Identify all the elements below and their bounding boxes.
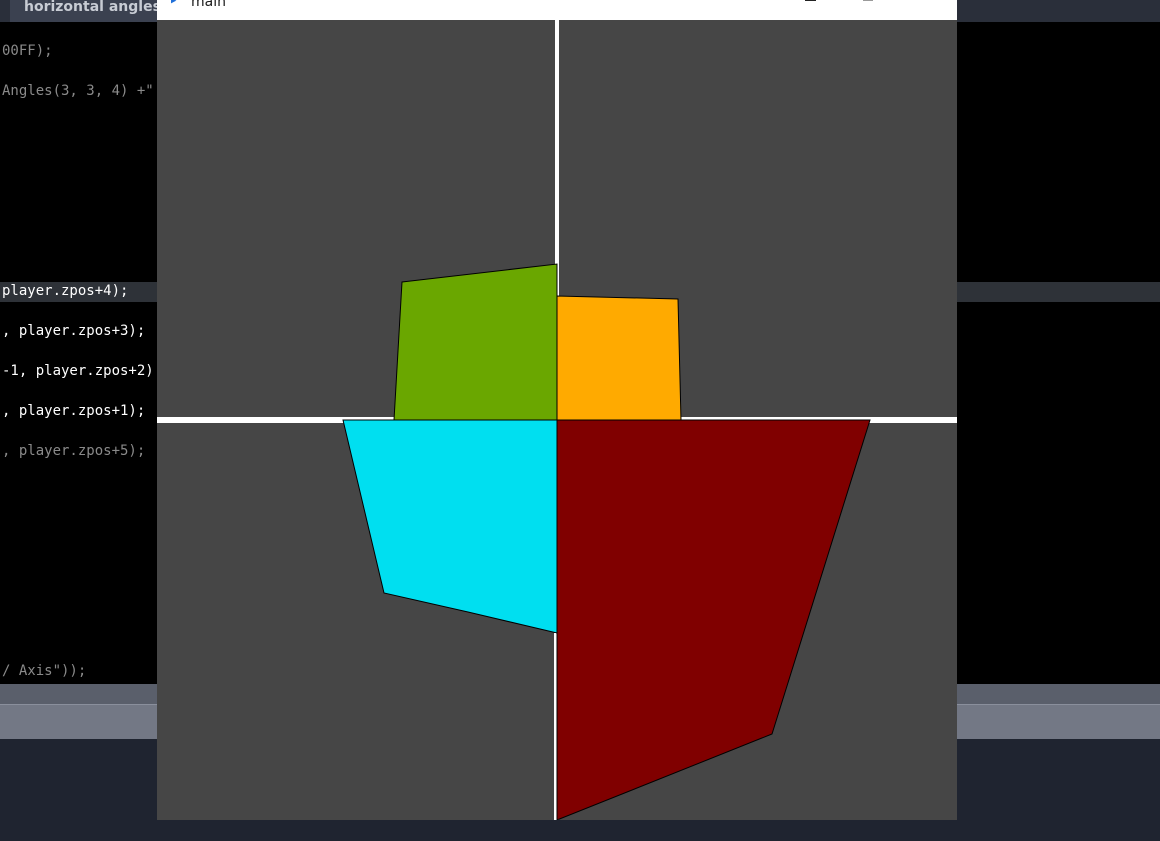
code-line: Angles(3, 3, 4) +" [2, 83, 154, 99]
code-line: , player.zpos+3); [2, 323, 146, 339]
code-line: , player.zpos+5); [2, 443, 146, 459]
orange-face [556, 295, 682, 421]
code-line: / Axis")); [2, 663, 87, 679]
code-line: player.zpos+4); [2, 283, 129, 299]
sketch-canvas[interactable] [157, 20, 957, 820]
green-face [393, 263, 558, 421]
window-titlebar[interactable]: ▶ main ✕ [157, 0, 957, 20]
minimize-button[interactable] [787, 0, 833, 20]
code-line: , player.zpos+1); [2, 403, 146, 419]
sketch-window: ▶ main ✕ [157, 0, 957, 820]
vertical-axis-lower [554, 633, 556, 820]
close-button[interactable]: ✕ [903, 0, 949, 20]
close-icon: ✕ [918, 0, 933, 5]
code-line: 00FF); [2, 43, 53, 59]
processing-play-icon: ▶ [171, 0, 177, 6]
editor-tab-horizontal-angles[interactable]: horizontal angles [10, 0, 175, 22]
maximize-button[interactable] [845, 0, 891, 20]
window-title: main [191, 0, 226, 10]
code-line: -1, player.zpos+2) [2, 363, 154, 379]
